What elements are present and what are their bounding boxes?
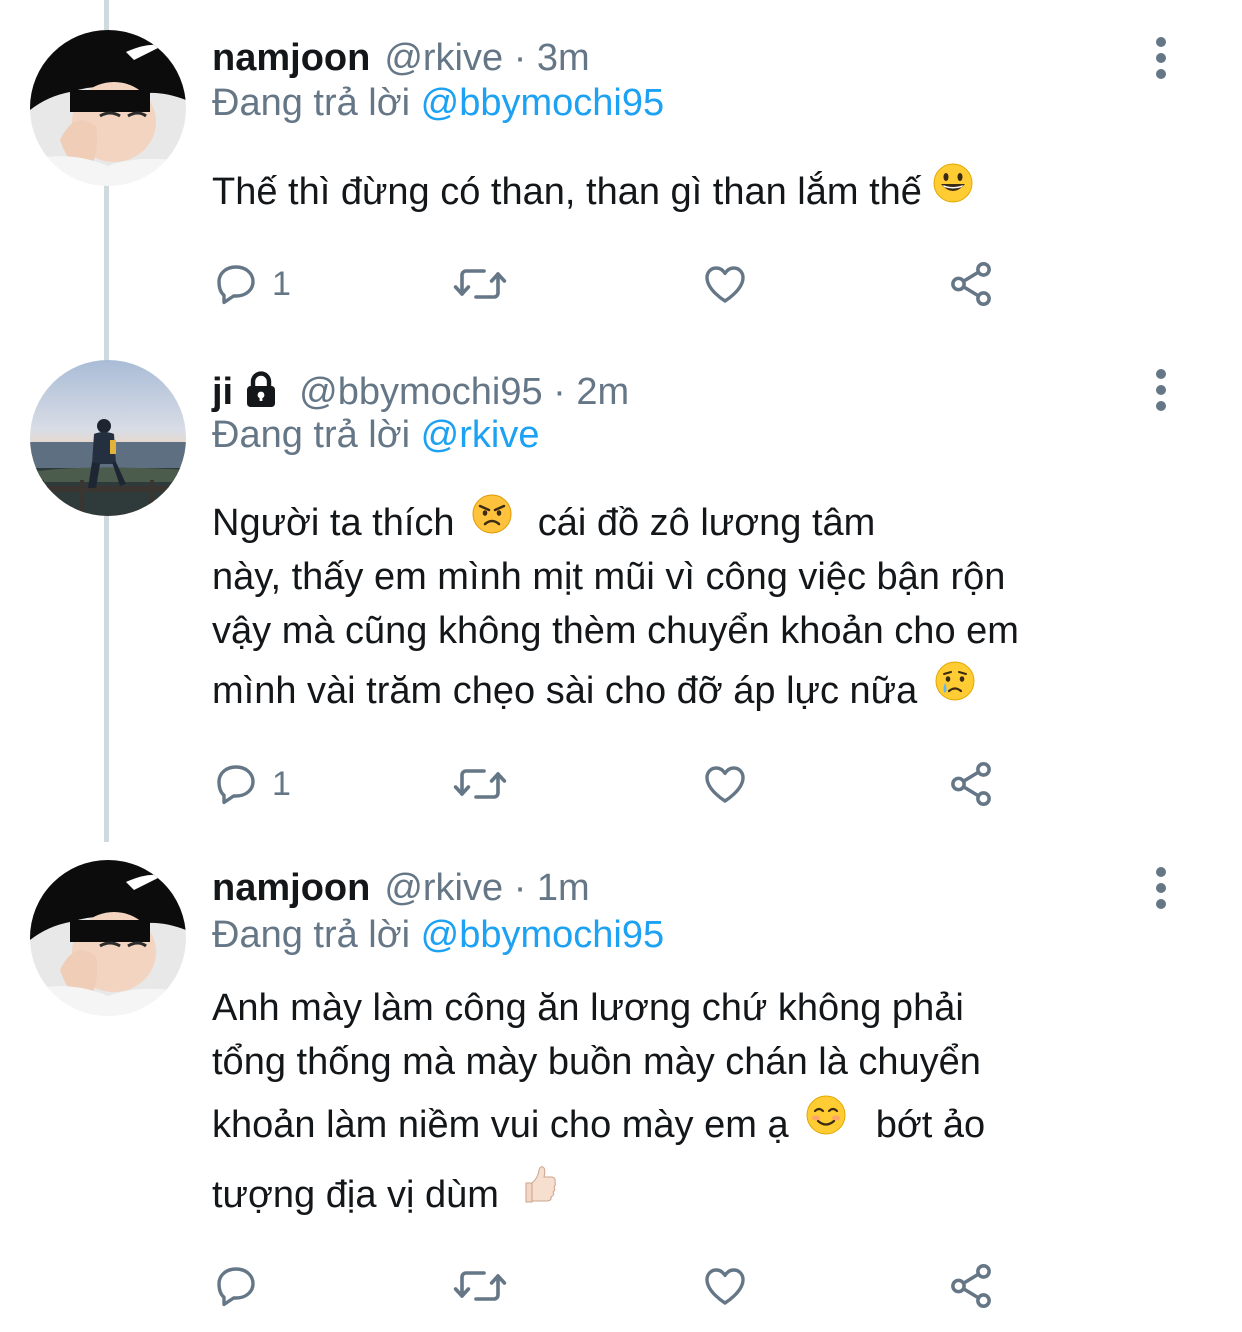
share-button[interactable] — [946, 756, 996, 812]
handle-time: @rkive · 3m — [384, 36, 590, 79]
tweet-text-line: này, thấy em mình mịt mũi vì công việc b… — [212, 556, 1006, 598]
display-name[interactable]: namjoon — [212, 867, 370, 910]
tweet-text-line: Người ta thích — [212, 502, 455, 544]
reply-icon — [217, 1267, 255, 1307]
replying-to-label: Đang trả lời — [212, 414, 411, 456]
thumbs-up-emoji — [518, 1159, 560, 1229]
share-icon — [951, 262, 991, 306]
like-icon — [705, 266, 745, 303]
more-icon[interactable] — [1145, 28, 1177, 88]
like-button[interactable] — [700, 756, 750, 812]
mention-link[interactable]: @rkive — [421, 414, 540, 456]
retweet-icon — [453, 769, 507, 799]
replying-to-label: Đang trả lời — [212, 914, 411, 956]
reply-count: 1 — [272, 264, 291, 303]
replying-to: Đang trả lời @bbymochi95 — [212, 82, 664, 125]
grinning-face-emoji — [932, 162, 974, 220]
tweet-text-line: khoản làm niềm vui cho mày em ạ — [212, 1104, 789, 1146]
more-icon[interactable] — [1145, 858, 1177, 918]
avatar[interactable] — [30, 360, 186, 516]
share-icon — [951, 762, 991, 806]
reply-button[interactable] — [212, 1258, 272, 1314]
tweet-text-line: mình vài trăm chẹo sài cho đỡ áp lực nữa — [212, 670, 918, 712]
crying-face-emoji — [934, 657, 976, 723]
tweet-text-line: vậy mà cũng không thèm chuyển khoản cho … — [212, 610, 1019, 652]
avatar[interactable] — [30, 30, 186, 186]
display-name[interactable]: ji — [212, 371, 233, 414]
retweet-button[interactable] — [452, 756, 508, 812]
reply-count: 1 — [272, 764, 291, 803]
mention-link[interactable]: @bbymochi95 — [421, 82, 664, 124]
tweet-text-line: cái đồ zô lương tâm — [537, 502, 876, 544]
more-icon[interactable] — [1145, 360, 1177, 420]
handle-time: @bbymochi95 · 2m — [299, 370, 630, 413]
share-button[interactable] — [946, 1258, 996, 1314]
tweet-text-line: bớt ảo — [875, 1104, 986, 1146]
tweet-header: namjoon @rkive · 1m — [212, 858, 590, 918]
like-icon — [705, 1268, 745, 1305]
handle-time: @rkive · 1m — [384, 866, 590, 909]
display-name[interactable]: namjoon — [212, 37, 370, 80]
like-icon — [705, 766, 745, 803]
reply-icon — [217, 265, 255, 305]
reply-button[interactable]: 1 — [212, 756, 291, 812]
retweet-icon — [453, 269, 507, 299]
tweet-text-line: tượng địa vị dùm — [212, 1174, 499, 1216]
like-button[interactable] — [700, 256, 750, 312]
lock-icon — [243, 369, 279, 419]
smiling-face-emoji — [805, 1089, 847, 1159]
tweet-text-line: Thế thì đừng có than, than gì than lắm t… — [212, 171, 922, 213]
like-button[interactable] — [700, 1258, 750, 1314]
angry-face-emoji — [471, 493, 513, 550]
tweet-actions — [212, 1258, 1012, 1314]
tweet-actions: 1 — [212, 256, 1012, 312]
tweet-text: Anh mày làm công ăn lương chứ không phải… — [212, 982, 1172, 1230]
tweet-text: Người ta thích cái đồ zô lương tâm này, … — [212, 493, 1172, 724]
share-button[interactable] — [946, 256, 996, 312]
tweet-header: ji @bbymochi95 · 2m — [212, 362, 629, 422]
replying-to: Đang trả lời @rkive — [212, 414, 539, 457]
retweet-button[interactable] — [452, 1258, 508, 1314]
tweet-text-line: Anh mày làm công ăn lương chứ không phải — [212, 987, 964, 1029]
retweet-button[interactable] — [452, 256, 508, 312]
tweet-text-line: tổng thống mà mày buồn mày chán là chuyể… — [212, 1041, 981, 1083]
avatar[interactable] — [30, 860, 186, 1016]
replying-to: Đang trả lời @bbymochi95 — [212, 914, 664, 957]
mention-link[interactable]: @bbymochi95 — [421, 914, 664, 956]
replying-to-label: Đang trả lời — [212, 82, 411, 124]
retweet-icon — [453, 1271, 507, 1301]
reply-button[interactable]: 1 — [212, 256, 291, 312]
tweet-actions: 1 — [212, 756, 1012, 812]
tweet-text: Thế thì đừng có than, than gì than lắm t… — [212, 162, 1172, 220]
reply-icon — [217, 765, 255, 805]
share-icon — [951, 1264, 991, 1308]
tweet-header: namjoon @rkive · 3m — [212, 28, 590, 88]
